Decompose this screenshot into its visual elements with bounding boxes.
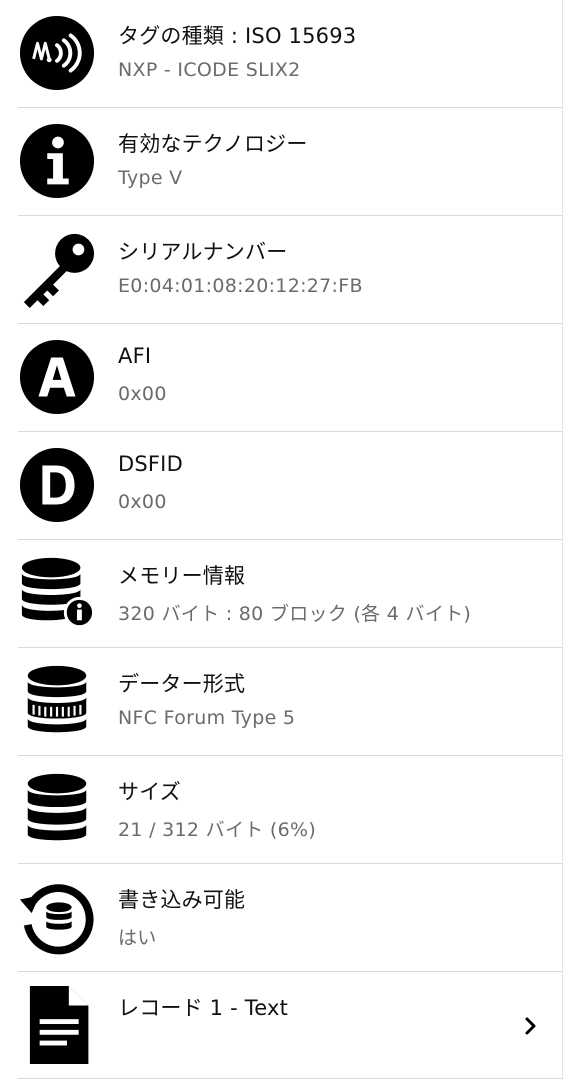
letter-a-icon bbox=[18, 338, 96, 416]
row-title: AFI bbox=[118, 344, 152, 368]
divider bbox=[18, 1078, 562, 1079]
row-title: メモリー情報 bbox=[118, 564, 246, 588]
database-info-icon bbox=[18, 554, 96, 632]
row-title: タグの種類 : ISO 15693 bbox=[118, 24, 357, 48]
row-tag-type: タグの種類 : ISO 15693 NXP - ICODE SLIX2 bbox=[0, 0, 562, 107]
row-dsfid: DSFID 0x00 bbox=[0, 432, 562, 539]
row-afi: AFI 0x00 bbox=[0, 324, 562, 431]
row-value: 0x00 bbox=[118, 491, 167, 513]
database-rewrite-icon bbox=[18, 878, 96, 956]
row-writable: 書き込み可能 はい bbox=[0, 864, 562, 971]
row-title: 書き込み可能 bbox=[118, 888, 246, 912]
key-icon bbox=[18, 230, 96, 308]
row-value: NFC Forum Type 5 bbox=[118, 707, 296, 729]
row-technology: 有効なテクノロジー Type V bbox=[0, 108, 562, 215]
row-value: Type V bbox=[118, 167, 183, 189]
row-memory-info: メモリー情報 320 バイト : 80 ブロック (各 4 バイト) bbox=[0, 540, 562, 647]
row-value: 0x00 bbox=[118, 383, 167, 405]
row-data-format: データー形式 NFC Forum Type 5 bbox=[0, 648, 562, 755]
row-size: サイズ 21 / 312 バイト (6%) bbox=[0, 756, 562, 863]
chevron-right-icon[interactable] bbox=[524, 1016, 538, 1036]
row-value: NXP - ICODE SLIX2 bbox=[118, 59, 301, 81]
row-serial-number: シリアルナンバー E0:04:01:08:20:12:27:FB bbox=[0, 216, 562, 323]
tag-info-list: タグの種類 : ISO 15693 NXP - ICODE SLIX2 有効なテ… bbox=[0, 0, 563, 1080]
row-title: データー形式 bbox=[118, 672, 246, 696]
nfc-icon bbox=[18, 14, 96, 92]
row-value: はい bbox=[118, 927, 157, 949]
row-title: 有効なテクノロジー bbox=[118, 132, 308, 156]
info-icon bbox=[18, 122, 96, 200]
row-value: 320 バイト : 80 ブロック (各 4 バイト) bbox=[118, 603, 472, 625]
row-record-1[interactable]: レコード 1 - Text bbox=[0, 972, 562, 1079]
row-title: レコード 1 - Text bbox=[118, 996, 289, 1020]
letter-d-icon bbox=[18, 446, 96, 524]
row-title: DSFID bbox=[118, 452, 183, 476]
document-icon bbox=[26, 986, 104, 1064]
database-icon bbox=[18, 770, 96, 848]
database-format-icon bbox=[18, 662, 96, 740]
row-title: サイズ bbox=[118, 780, 181, 804]
row-value: E0:04:01:08:20:12:27:FB bbox=[118, 275, 363, 297]
row-title: シリアルナンバー bbox=[118, 240, 288, 264]
row-value: 21 / 312 バイト (6%) bbox=[118, 819, 317, 841]
